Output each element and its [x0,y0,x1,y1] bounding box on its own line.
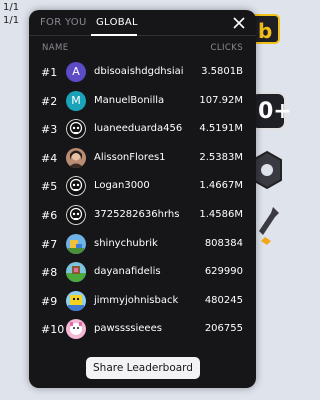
column-header-clicks: CLICKS [210,43,243,53]
leaderboard-row[interactable]: #2 M ManuelBonilla 107.92M [29,87,256,116]
avatar-letter: A [72,65,80,78]
hud-yellow-tile-glyph: b [258,19,273,43]
row-rank: #3 [41,123,58,137]
leaderboard-row[interactable]: #10 pawssssieees 206755 [29,315,256,344]
row-username: jimmyjohnisback [94,294,179,306]
leaderboard-row[interactable]: #4 AlissonFlores1 2.5383M [29,144,256,173]
row-username: 3725282636hrhs [94,208,180,220]
user-avatar [66,233,86,254]
leaderboard-row[interactable]: #8 dayanafidelis 629990 [29,258,256,287]
leaderboard-row[interactable]: #1 Adbisoaishdgdhsiai 3.5801B [29,58,256,87]
row-clicks: 3.5801B [201,66,243,77]
row-clicks: 107.92M [199,94,243,106]
user-avatar [66,290,86,311]
column-header-name: NAME [42,43,69,53]
share-leaderboard-button[interactable]: Share Leaderboard [86,357,200,379]
row-username: luaneeduarda456 [94,123,183,135]
row-clicks: 629990 [204,266,243,278]
user-avatar [66,147,86,168]
row-rank: #9 [41,294,58,308]
counter-top: 1/1 [3,2,20,13]
row-rank: #5 [41,180,58,194]
row-clicks: 480245 [204,294,243,306]
row-username: shinychubrik [94,237,158,249]
row-rank: #1 [41,66,58,79]
wrench-icon[interactable] [255,205,281,245]
leaderboard-list: #1 Adbisoaishdgdhsiai 3.5801B #2 M ManuelBoni… [29,58,256,344]
close-icon[interactable] [232,16,246,30]
leaderboard-row[interactable]: #7 shinychubrik 808384 [29,230,256,259]
row-rank: #10 [41,323,65,337]
row-rank: #8 [41,266,58,280]
counter-bottom: 1/1 [3,15,20,26]
tab-for-you[interactable]: FOR YOU [40,17,87,28]
row-clicks: 206755 [204,323,243,335]
avatar-letter: M [71,93,81,107]
leaderboard-modal: FOR YOU GLOBAL NAME CLICKS #1 Adbisoaishd… [29,10,256,388]
tab-global[interactable]: GLOBAL [96,17,138,28]
row-username: dbisoaishdgdhsiai [94,66,184,77]
leaderboard-tabs: FOR YOU GLOBAL [29,10,256,36]
active-tab-indicator [91,34,137,36]
user-avatar: M [66,90,86,111]
row-clicks: 2.5383M [199,151,243,163]
row-username: Logan3000 [94,180,150,192]
user-avatar: A [66,62,86,82]
leaderboard-row[interactable]: #5 Logan3000 1.4667M [29,172,256,201]
row-rank: #6 [41,208,58,222]
row-clicks: 1.4586M [199,208,243,220]
user-avatar [66,262,86,283]
row-username: AlissonFlores1 [94,151,166,163]
row-rank: #2 [41,94,58,108]
row-clicks: 1.4667M [199,180,243,192]
leaderboard-row[interactable]: #3 luaneeduarda456 4.5191M [29,115,256,144]
user-avatar [66,176,86,197]
row-clicks: 4.5191M [199,123,243,135]
hud-plus-tile-glyph: 0+ [258,99,292,124]
row-username: pawssssieees [94,323,162,335]
game-stage: 1/1 1/1 b 0+ FOR YOU GLOBAL NAME CLICKS … [0,0,292,400]
row-clicks: 808384 [204,237,243,249]
leaderboard-row[interactable]: #6 3725282636hrhs 1.4586M [29,201,256,230]
leaderboard-row[interactable]: #9 jimmyjohnisback 480245 [29,287,256,316]
row-username: dayanafidelis [94,266,161,278]
row-rank: #7 [41,237,58,251]
row-username: ManuelBonilla [94,94,165,106]
row-rank: #4 [41,151,58,165]
user-avatar [66,204,86,225]
user-avatar [66,119,86,140]
user-avatar [66,319,86,340]
